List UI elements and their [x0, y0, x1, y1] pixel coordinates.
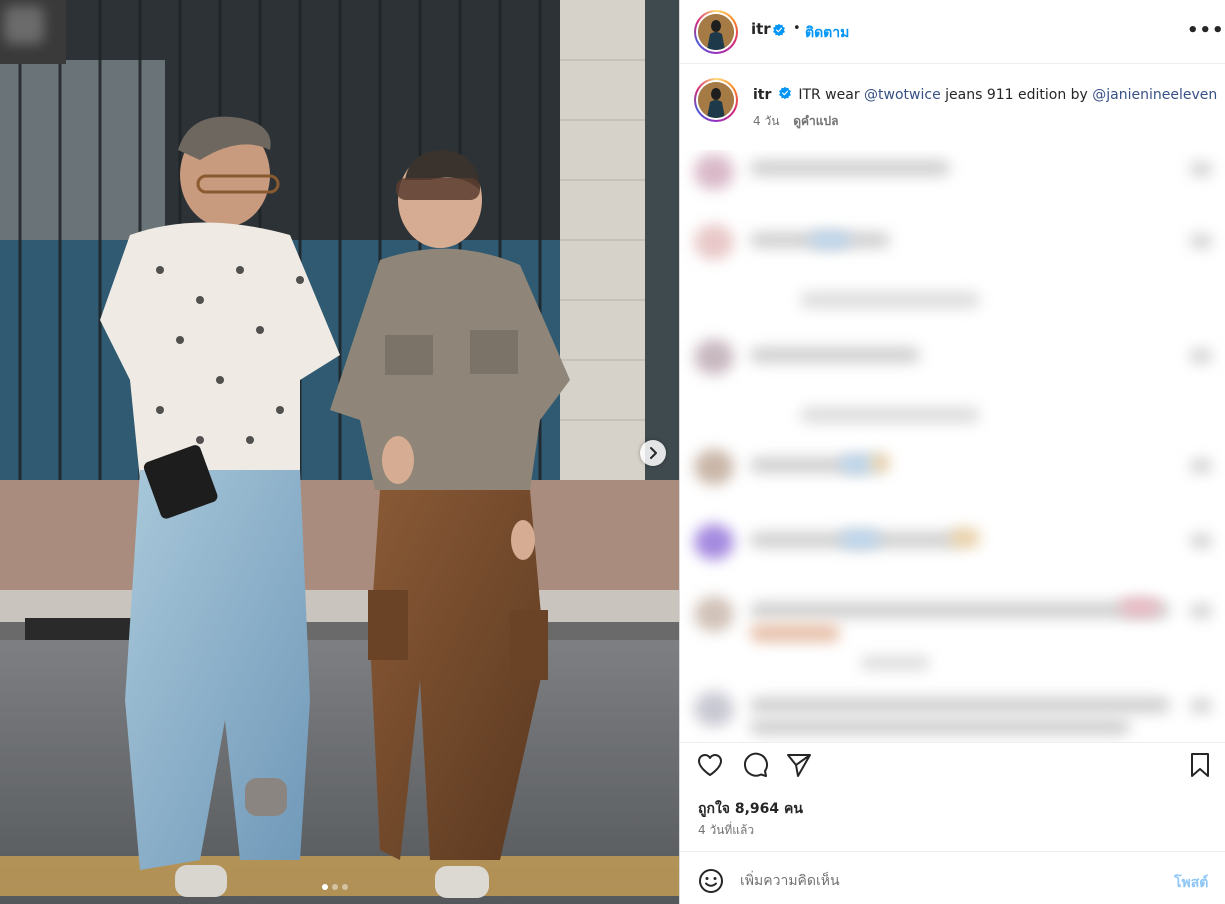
caption-body-start: ITR wear — [798, 87, 865, 103]
comment-composer: โพสต์ — [680, 851, 1225, 904]
comment-icon[interactable] — [741, 751, 769, 779]
blurred-overlay — [0, 0, 66, 64]
emoji-icon[interactable] — [698, 868, 724, 894]
caption-meta: 4 วัน ดูคำแปล — [753, 112, 838, 131]
more-options-icon[interactable]: ••• — [1187, 22, 1225, 40]
comments-list[interactable] — [680, 150, 1225, 742]
carousel-dot — [332, 884, 338, 890]
bookmark-icon[interactable] — [1186, 751, 1214, 779]
carousel-dot — [322, 884, 328, 890]
heart-icon[interactable] — [696, 751, 724, 779]
follow-button[interactable]: ติดตาม — [805, 22, 849, 44]
share-icon[interactable] — [785, 751, 813, 779]
carousel-dot — [342, 884, 348, 890]
caption-text: itr ITR wear @twotwice jeans 911 edition… — [753, 86, 1217, 103]
post-caption: itr ITR wear @twotwice jeans 911 edition… — [680, 64, 1225, 150]
chevron-right-icon — [650, 447, 657, 459]
avatar-image — [698, 82, 734, 118]
post-photo — [0, 0, 679, 904]
username[interactable]: itr — [751, 20, 771, 38]
caption-age: 4 วัน — [753, 114, 780, 128]
caption-avatar[interactable] — [694, 78, 738, 122]
post-timestamp[interactable]: 4 วันที่แล้ว — [698, 821, 754, 840]
action-bar — [680, 742, 1225, 792]
separator-dot: • — [793, 21, 801, 36]
post-comment-button[interactable]: โพสต์ — [1174, 872, 1208, 894]
post-media[interactable] — [0, 0, 679, 904]
carousel-indicator — [322, 884, 348, 890]
caption-body-middle: jeans 911 edition by — [940, 87, 1093, 103]
mention-link[interactable]: @twotwice — [864, 87, 941, 103]
carousel-next-button[interactable] — [640, 440, 666, 466]
avatar[interactable] — [694, 10, 738, 54]
mention-link[interactable]: @janienineeleven — [1092, 87, 1217, 103]
avatar-image — [698, 14, 734, 50]
post-side-panel: itr • ติดตาม ••• itr ITR wear @twotwice … — [679, 0, 1225, 904]
likes-count[interactable]: ถูกใจ 8,964 คน — [698, 798, 803, 820]
caption-username[interactable]: itr — [753, 87, 771, 103]
translate-button[interactable]: ดูคำแปล — [793, 114, 838, 128]
comment-input[interactable] — [740, 868, 1140, 894]
post-header: itr • ติดตาม ••• — [680, 0, 1225, 64]
verified-badge-icon — [773, 23, 785, 37]
verified-badge-icon — [778, 86, 791, 100]
